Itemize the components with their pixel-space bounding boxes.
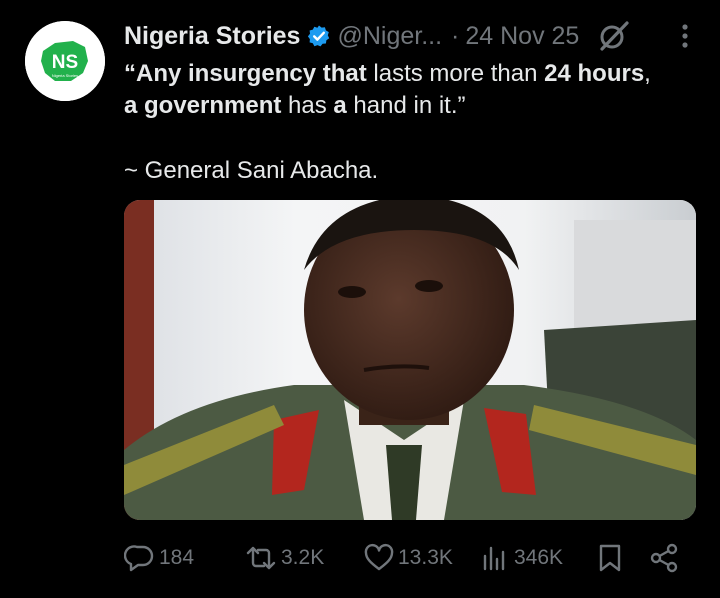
tweet-text-segment: lasts more than: [366, 60, 545, 87]
bookmark-button[interactable]: [596, 536, 624, 580]
repost-count: 3.2K: [281, 546, 325, 569]
grok-icon[interactable]: [597, 19, 631, 53]
reply-count: 184: [159, 546, 195, 569]
tweet-header: Nigeria Stories @Niger... · 24 Nov 25: [124, 16, 700, 56]
tweet-text-segment: 24 hours: [544, 60, 645, 87]
like-button[interactable]: 13.3K: [363, 536, 453, 580]
like-count: 13.3K: [398, 546, 453, 569]
tweet-text-segment: hand in it.”: [346, 92, 466, 119]
bookmark-icon: [599, 544, 621, 572]
reply-button[interactable]: 184: [124, 536, 194, 580]
share-icon: [650, 543, 678, 573]
tweet-text-segment: a: [333, 92, 347, 119]
views-chart-icon: [483, 546, 505, 571]
reply-icon: [124, 545, 154, 572]
tweet-photo[interactable]: [124, 200, 696, 520]
quote-attribution: ~ General Sani Abacha.: [124, 157, 379, 184]
tweet-actions: 184 3.2K 13.3K 346K: [124, 536, 696, 580]
tweet-date[interactable]: 24 Nov 25: [465, 22, 579, 51]
separator-dot: ·: [451, 21, 460, 50]
portrait-photo: [124, 200, 696, 520]
svg-text:NS: NS: [52, 52, 78, 73]
repost-icon: [246, 546, 276, 570]
tweet-text: “Any insurgency that lasts more than 24 …: [124, 58, 704, 122]
repost-button[interactable]: 3.2K: [244, 536, 324, 580]
avatar[interactable]: NS Nigeria Stories: [25, 21, 105, 101]
verified-badge-icon: [307, 24, 331, 48]
tweet-text-segment: ,: [644, 60, 651, 87]
tweet-text-segment: a government: [124, 92, 282, 119]
author-handle[interactable]: @Niger...: [337, 22, 442, 51]
tweet-text-segment: has: [281, 92, 334, 119]
nigeria-stories-logo-icon: NS Nigeria Stories: [25, 21, 105, 101]
svg-text:Nigeria Stories: Nigeria Stories: [52, 73, 78, 78]
more-options-icon[interactable]: [676, 18, 694, 54]
tweet-text-segment: “Any insurgency that: [124, 60, 367, 87]
views-count: 346K: [514, 546, 564, 569]
heart-icon: [364, 543, 394, 571]
share-button[interactable]: [648, 536, 680, 580]
author-name[interactable]: Nigeria Stories: [124, 22, 300, 51]
views-button[interactable]: 346K: [479, 536, 563, 580]
